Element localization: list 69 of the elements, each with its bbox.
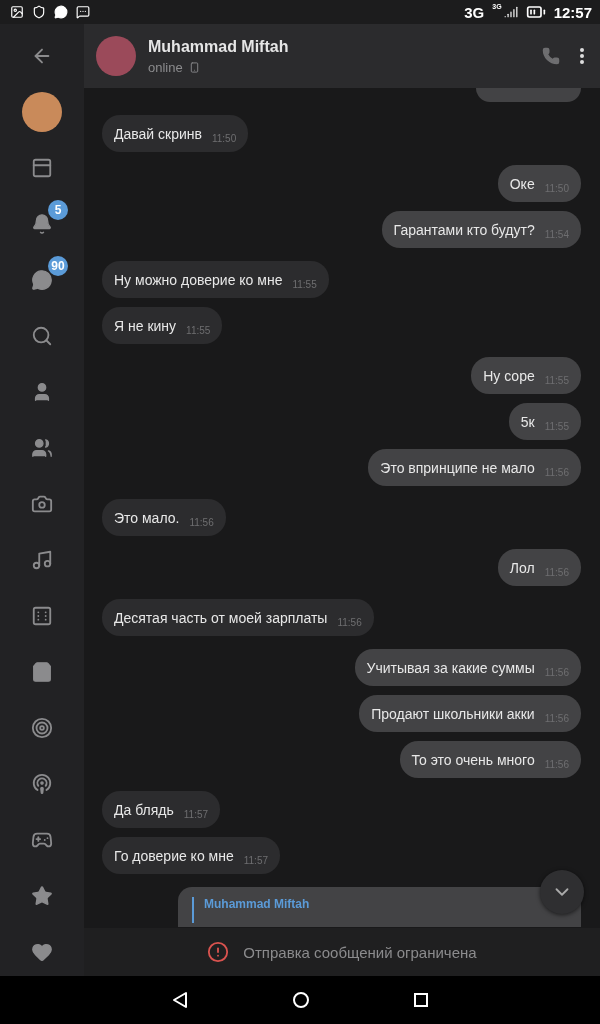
dice-icon xyxy=(31,605,53,627)
message-text: Ну можно доверие ко мне xyxy=(114,271,283,288)
chat-icon xyxy=(31,269,53,291)
target-button[interactable] xyxy=(31,717,53,739)
nav-back-button[interactable] xyxy=(171,991,190,1009)
message-text: Го доверие ко мне xyxy=(114,847,234,864)
message-text: Гарантами кто будут? xyxy=(393,221,535,238)
target-icon xyxy=(31,717,53,739)
message-time: 11:57 xyxy=(243,855,269,866)
shield-icon xyxy=(32,5,46,19)
message-text: 5к xyxy=(520,413,535,430)
message-text: Да блядь xyxy=(114,801,174,818)
message-time: 11:50 xyxy=(211,133,237,144)
user-avatar[interactable] xyxy=(22,92,62,132)
message-icon xyxy=(76,5,90,19)
signal-icon xyxy=(503,5,518,19)
network-type: 3G xyxy=(464,3,485,21)
message-time: 11:55 xyxy=(292,279,317,290)
message-time: 11:56 xyxy=(337,617,362,628)
search-button[interactable] xyxy=(31,325,53,347)
message-text: Продают школьники акки xyxy=(371,705,535,722)
image-icon xyxy=(10,5,24,19)
message-text: Это мало. xyxy=(114,509,180,526)
quoted-sender-name: Muhammad Miftah xyxy=(192,897,310,923)
unread-badge: 5 xyxy=(48,200,68,220)
camera-icon xyxy=(31,493,53,515)
contact-avatar[interactable] xyxy=(96,36,136,76)
nav-recents-button[interactable] xyxy=(412,992,429,1008)
notifications-button[interactable] xyxy=(31,213,53,235)
message-text: Десятая часть от моей зарплаты xyxy=(114,609,328,626)
warning-icon xyxy=(207,941,230,963)
camera-button[interactable] xyxy=(31,493,53,515)
message-text: Давай скринв xyxy=(114,125,202,142)
search-icon xyxy=(31,325,53,347)
nav-home-button[interactable] xyxy=(292,991,310,1009)
message-time: 11:57 xyxy=(183,809,209,820)
more-icon xyxy=(580,48,584,64)
music-note-icon xyxy=(31,549,53,571)
window-icon xyxy=(31,157,53,179)
phone-device-icon xyxy=(188,61,200,73)
message-text: Я не кину xyxy=(114,317,177,334)
music-note-button[interactable] xyxy=(31,549,53,571)
contact-name: Muhammad Miftah xyxy=(148,37,290,56)
heart-icon xyxy=(31,941,53,963)
people-icon xyxy=(31,437,53,459)
restricted-notice: Отправка сообщений ограничена xyxy=(243,943,477,961)
people-button[interactable] xyxy=(31,437,53,459)
star-button[interactable] xyxy=(31,885,53,907)
chat-bubble-icon xyxy=(54,5,68,19)
podcast-icon xyxy=(31,773,53,795)
podcast-button[interactable] xyxy=(31,773,53,795)
chat-button[interactable] xyxy=(31,269,53,291)
unread-badge: 90 xyxy=(48,256,68,276)
dice-button[interactable] xyxy=(31,605,53,627)
phone-icon xyxy=(542,47,560,65)
online-status: online xyxy=(148,59,183,75)
message-text: То это очень много xyxy=(411,751,535,768)
heart-button[interactable] xyxy=(31,941,53,963)
message-text: Учитывая за какие суммы xyxy=(366,659,535,676)
message-text: Лол xyxy=(509,559,535,576)
window-button[interactable] xyxy=(31,157,53,179)
message-time: 11:55 xyxy=(186,325,211,336)
message-text: Оке xyxy=(509,175,535,192)
star-icon xyxy=(31,885,53,907)
message-text: Это впринципе не мало xyxy=(380,459,535,476)
message-time: 11:56 xyxy=(189,517,214,528)
notifications-icon xyxy=(31,213,53,235)
clock: 12:57 xyxy=(553,3,592,21)
message-text: Ну соре xyxy=(483,367,535,384)
